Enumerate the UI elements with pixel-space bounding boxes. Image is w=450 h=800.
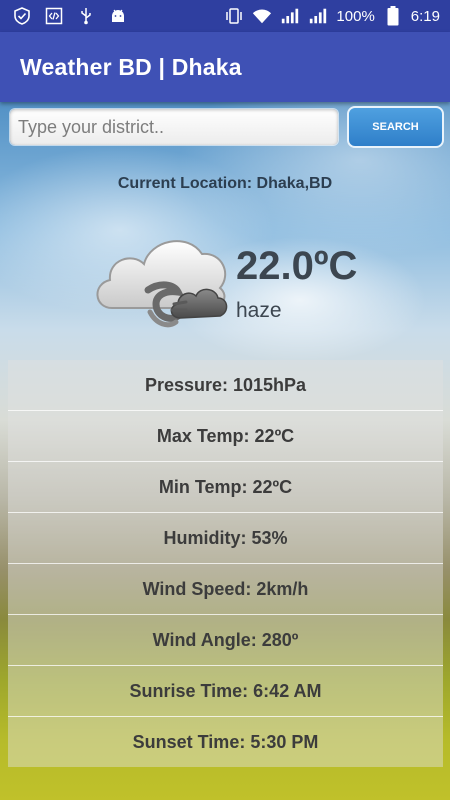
signal-icon <box>308 6 328 26</box>
battery-icon <box>383 6 403 26</box>
vibrate-icon <box>224 6 244 26</box>
detail-max-temp: Max Temp: 22ºC <box>8 411 443 462</box>
detail-wind-speed: Wind Speed: 2km/h <box>8 564 443 615</box>
detail-sunrise: Sunrise Time: 6:42 AM <box>8 666 443 717</box>
shield-icon <box>12 6 32 26</box>
detail-min-temp: Min Temp: 22ºC <box>8 462 443 513</box>
detail-sunset: Sunset Time: 5:30 PM <box>8 717 443 767</box>
app-title: Weather BD | Dhaka <box>20 53 242 80</box>
current-temperature: 22.0ºC <box>236 244 358 288</box>
code-icon <box>44 6 64 26</box>
usb-icon <box>76 6 96 26</box>
cloud-haze-icon <box>90 226 235 336</box>
district-search-input[interactable] <box>10 109 338 145</box>
detail-wind-angle: Wind Angle: 280º <box>8 615 443 666</box>
android-icon <box>108 6 128 26</box>
battery-percent: 100% <box>336 7 375 25</box>
status-bar: 100% 6:19 <box>0 0 450 32</box>
current-location: Current Location: Dhaka,BD <box>117 175 333 192</box>
weather-details-list: Pressure: 1015hPa Max Temp: 22ºC Min Tem… <box>8 360 443 767</box>
detail-humidity: Humidity: 53% <box>8 513 443 564</box>
app-bar: Weather BD | Dhaka <box>0 32 450 102</box>
weather-condition: haze <box>236 299 282 322</box>
detail-pressure: Pressure: 1015hPa <box>8 360 443 411</box>
signal-icon <box>280 6 300 26</box>
wifi-icon <box>252 6 272 26</box>
search-button[interactable]: SEARCH <box>347 106 444 148</box>
status-time: 6:19 <box>410 7 440 25</box>
